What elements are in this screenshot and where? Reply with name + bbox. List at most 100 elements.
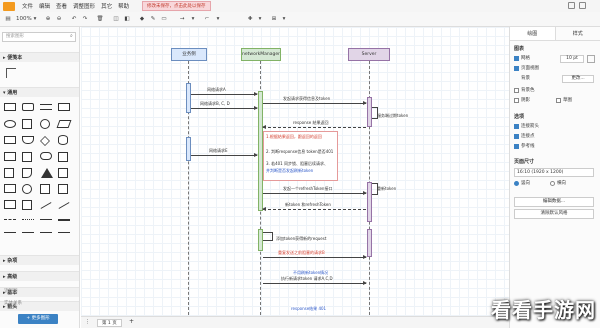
connector-shape[interactable] — [40, 232, 52, 233]
internal-storage-shape[interactable] — [4, 168, 14, 178]
guides-row[interactable]: 参考线 — [514, 143, 535, 149]
shadow-row[interactable]: 阴影 — [514, 97, 530, 103]
menu-edit[interactable]: 编辑 — [39, 2, 50, 10]
message-arrow[interactable] — [262, 125, 366, 129]
to-back-icon[interactable]: ◧ — [123, 15, 131, 24]
redo-icon[interactable]: ↷ — [81, 15, 89, 24]
change-background-button[interactable]: 更改... — [562, 75, 594, 83]
page-view-row[interactable]: 页面视图 — [514, 65, 539, 71]
menu-help[interactable]: 帮助 — [118, 2, 129, 10]
search-input[interactable]: 搜索图形 — [2, 32, 76, 42]
lane-network-manager[interactable]: networkManager — [241, 48, 281, 61]
grid-row[interactable]: 网格 — [514, 55, 530, 61]
dotted-line-shape[interactable] — [22, 219, 34, 220]
tape-shape[interactable] — [40, 184, 50, 194]
chevron-down-icon[interactable]: ▾ — [189, 15, 197, 24]
tab-diagram[interactable]: 绘图 — [510, 27, 556, 40]
dashed-line-shape[interactable] — [4, 219, 16, 220]
zoom-out-icon[interactable]: ⊖ — [55, 15, 63, 24]
diagram-canvas[interactable]: 业务侧 networkManager Server 网络请求A 网络请求B, C… — [81, 27, 509, 316]
off-page-shape[interactable] — [22, 168, 32, 178]
lane-server[interactable]: Server — [348, 48, 390, 61]
zoom-select[interactable]: 100% — [16, 15, 32, 24]
data-storage-shape[interactable] — [58, 184, 68, 194]
landscape-row[interactable]: 横向 — [550, 180, 566, 186]
portrait-row[interactable]: 竖向 — [514, 180, 530, 186]
bg-color-checkbox[interactable] — [514, 87, 519, 93]
tab-style[interactable]: 样式 — [556, 27, 600, 40]
scratchpad-shape[interactable] — [6, 68, 16, 78]
shadow-checkbox[interactable] — [514, 97, 519, 103]
table-icon[interactable]: ⊞ — [270, 15, 278, 24]
message-arrow[interactable] — [263, 191, 367, 195]
waypoints-icon[interactable]: ⌐ — [203, 15, 211, 24]
share-icon[interactable] — [568, 2, 575, 9]
self-message-arrow[interactable] — [372, 183, 378, 195]
more-shapes-button[interactable]: + 更多图形 — [18, 314, 58, 324]
process-shape[interactable] — [4, 152, 16, 161]
or-shape[interactable] — [22, 184, 32, 194]
message-arrow[interactable] — [262, 207, 366, 211]
to-front-icon[interactable]: ◫ — [112, 15, 120, 24]
grid-checkbox[interactable] — [514, 55, 519, 61]
hexagon-shape[interactable] — [4, 136, 16, 144]
add-page-icon[interactable]: + — [129, 318, 134, 325]
connector-shape[interactable] — [22, 232, 34, 233]
self-message-arrow[interactable] — [263, 232, 273, 241]
chevron-down-icon[interactable]: ▾ — [31, 15, 39, 24]
connection-icon[interactable]: → — [178, 15, 186, 24]
sidebar-link-er[interactable]: 实体关系 — [4, 300, 22, 306]
activation-bar[interactable] — [186, 137, 191, 161]
chevron-down-icon[interactable]: ▾ — [214, 15, 222, 24]
clear-default-style-button[interactable]: 清除默认风格 — [514, 209, 594, 219]
line-shape[interactable] — [40, 202, 52, 209]
section-scratchpad[interactable]: ▸ 便笺本 — [0, 52, 79, 62]
menu-file[interactable]: 文件 — [22, 2, 33, 10]
line-color-icon[interactable]: ✎ — [149, 15, 157, 24]
format-panel-icon[interactable]: ▤ — [4, 15, 12, 24]
rhombus-shape[interactable] — [40, 136, 50, 146]
zoom-in-icon[interactable]: ⊕ — [44, 15, 52, 24]
textbox-shape[interactable] — [58, 103, 70, 111]
page-view-checkbox[interactable] — [514, 65, 519, 71]
edit-data-button[interactable]: 编辑数据... — [514, 197, 594, 207]
pages-menu-icon[interactable]: ⋮ — [85, 319, 90, 325]
landscape-radio[interactable] — [550, 180, 555, 186]
circle-shape[interactable] — [40, 119, 50, 129]
card-shape[interactable] — [22, 152, 32, 162]
step-shape[interactable] — [58, 168, 68, 178]
connection-points-row[interactable]: 连接点 — [514, 133, 535, 139]
sketch-checkbox[interactable] — [556, 97, 561, 103]
note-shape[interactable] — [58, 152, 68, 162]
activation-bar[interactable] — [367, 229, 372, 257]
message-arrow[interactable] — [191, 153, 258, 157]
menu-view[interactable]: 查看 — [56, 2, 67, 10]
square-shape[interactable] — [22, 119, 32, 129]
page-tab[interactable]: 第 1 页 — [97, 319, 122, 327]
fill-color-icon[interactable]: ◆ — [138, 15, 146, 24]
message-arrow[interactable] — [191, 106, 258, 110]
paper-size-select[interactable]: 16:10 (1920 x 1200) — [514, 168, 594, 177]
message-arrow[interactable] — [263, 281, 367, 285]
document-shape[interactable] — [22, 136, 34, 144]
guides-checkbox[interactable] — [514, 143, 519, 149]
section-misc[interactable]: ▸ 杂项 — [0, 255, 79, 265]
bg-color-row[interactable]: 背景色 — [514, 87, 535, 93]
callout-shape[interactable] — [4, 184, 16, 193]
search-icon[interactable]: ⌕ — [70, 33, 77, 39]
menu-arrange[interactable]: 调整图形 — [73, 2, 95, 10]
section-general[interactable]: ▾ 通用 — [0, 87, 79, 97]
rounded-rectangle-shape[interactable] — [22, 103, 34, 111]
rectangle-shape[interactable] — [4, 103, 16, 111]
undo-icon[interactable]: ↶ — [70, 15, 78, 24]
sketch-row[interactable]: 草图 — [556, 97, 572, 103]
connector-shape[interactable] — [58, 232, 70, 233]
unsaved-warning[interactable]: 修改未保存，点击此处以保存 — [142, 1, 211, 11]
shadow-icon[interactable]: ▭ — [160, 15, 168, 24]
message-arrow[interactable] — [263, 255, 367, 259]
chevron-down-icon[interactable]: ▾ — [256, 15, 264, 24]
arrow-shape[interactable] — [58, 202, 70, 209]
sidebar-link-flowchart[interactable]: 流程图 — [4, 288, 18, 294]
link-shape[interactable] — [40, 219, 52, 220]
message-arrow[interactable] — [263, 101, 367, 105]
